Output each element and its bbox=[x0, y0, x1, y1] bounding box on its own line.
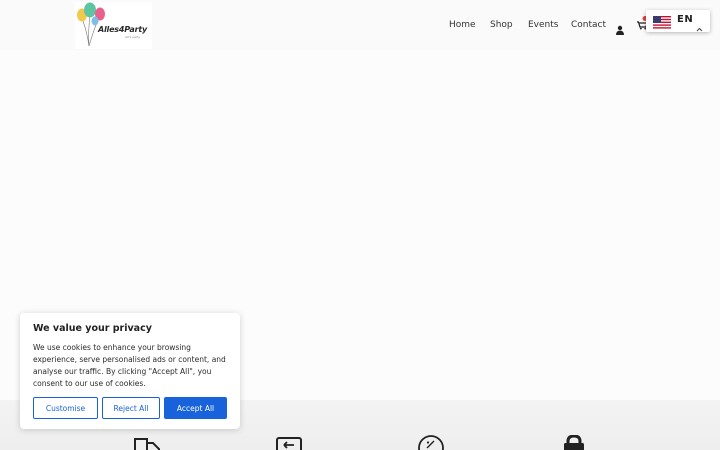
truck-icon bbox=[133, 436, 161, 450]
chevron-up-icon bbox=[696, 17, 703, 36]
language-switcher[interactable]: EN bbox=[646, 10, 710, 32]
cookie-consent-banner: We value your privacy We use cookies to … bbox=[20, 313, 240, 429]
nav-events[interactable]: Events bbox=[528, 17, 558, 33]
reject-all-button[interactable]: Reject All bbox=[102, 397, 160, 419]
user-icon[interactable] bbox=[615, 20, 625, 39]
cookie-banner-text: We use cookies to enhance your browsing … bbox=[33, 343, 226, 388]
main-nav: Home Shop Events Contact bbox=[0, 16, 720, 35]
us-flag-icon bbox=[653, 14, 671, 33]
site-header: Alles4Party let's party Home Shop Events… bbox=[0, 0, 720, 50]
accept-all-button[interactable]: Accept All bbox=[164, 397, 227, 419]
nav-shop[interactable]: Shop bbox=[490, 17, 513, 33]
customise-button[interactable]: Customise bbox=[33, 397, 98, 419]
discount-icon bbox=[418, 435, 444, 450]
nav-home[interactable]: Home bbox=[449, 17, 476, 33]
lock-icon bbox=[561, 434, 587, 450]
language-code: EN bbox=[677, 14, 694, 25]
return-icon bbox=[276, 436, 302, 450]
cookie-banner-title: We value your privacy bbox=[33, 323, 152, 334]
brand-tagline: let's party bbox=[125, 35, 141, 39]
nav-contact[interactable]: Contact bbox=[571, 17, 606, 33]
